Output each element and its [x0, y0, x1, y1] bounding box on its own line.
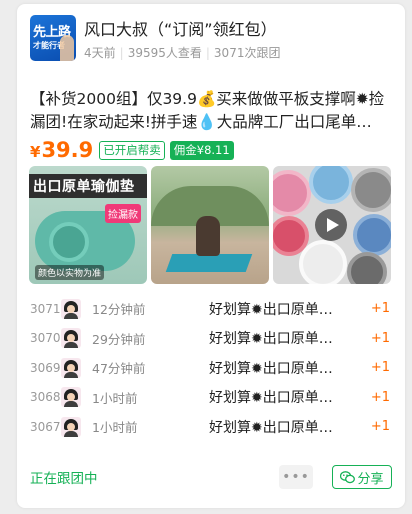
mat-roll-white [299, 240, 347, 284]
product-video-thumbnail[interactable] [273, 166, 391, 284]
following-status: 正在跟团中 [30, 471, 98, 487]
follow-count: 3071次跟团 [213, 45, 281, 60]
price-value: 39.9 [41, 138, 94, 162]
view-count: 39595人查看 [127, 45, 202, 60]
order-item: 好划算✹出口原单… [209, 360, 333, 377]
product-images: 出口原单瑜伽垫 捡漏款 颜色以实物为准 [29, 166, 393, 284]
share-label: 分享 [357, 471, 384, 487]
mat-roll-grey [351, 168, 391, 212]
product-price: ¥39.9 [30, 138, 93, 162]
image-badge: 捡漏款 [105, 204, 141, 223]
buyer-avatar [61, 298, 81, 319]
order-row[interactable]: 3068 1小时前 好划算✹出口原单… +1 [30, 383, 392, 413]
meta-divider: | [119, 45, 124, 60]
order-row[interactable]: 3067 1小时前 好划算✹出口原单… +1 [30, 412, 392, 442]
wechat-icon [340, 470, 356, 483]
image-caption: 颜色以实物为准 [35, 265, 105, 280]
mat-roll-lightblue [353, 214, 391, 256]
order-item: 好划算✹出口原单… [209, 419, 333, 436]
share-button[interactable]: 分享 [332, 465, 392, 489]
help-sell-tag: 已开启帮卖 [99, 140, 165, 160]
price-line: ¥39.9 已开启帮卖 佣金¥8.11 [30, 137, 234, 163]
yoga-person [196, 216, 220, 256]
image-banner-text: 出口原单瑜伽垫 [33, 179, 135, 195]
order-time: 1小时前 [92, 420, 138, 436]
author-info: 风口大叔（“订阅”领红包） 4天前 | 39595人查看 | 3071次跟团 [84, 16, 280, 61]
post-time: 4天前 [84, 45, 116, 60]
order-time: 1小时前 [92, 390, 138, 406]
commission-tag: 佣金¥8.11 [169, 140, 234, 160]
mat-roll-pink [273, 170, 311, 216]
mat-roll-blue [309, 166, 353, 204]
order-time: 29分钟前 [92, 331, 146, 347]
meta-divider: | [205, 45, 210, 60]
order-number: 3068 [30, 390, 61, 405]
post-header: 先上路 才能行者 风口大叔（“订阅”领红包） 4天前 | 39595人查看 | 3071… [30, 14, 280, 62]
order-item: 好划算✹出口原单… [209, 331, 333, 348]
group-buy-card[interactable]: 先上路 才能行者 风口大叔（“订阅”领红包） 4天前 | 39595人查看 | 3071… [17, 4, 405, 508]
order-time: 47分钟前 [92, 361, 146, 377]
order-quantity: +1 [370, 419, 390, 435]
avatar-figure [60, 35, 74, 61]
product-image-2[interactable] [151, 166, 269, 284]
yoga-mat-roll-end [49, 222, 89, 262]
mat-roll-dark [347, 252, 387, 284]
buyer-avatar [61, 357, 81, 378]
buyer-avatar [61, 387, 81, 408]
order-number: 3070 [30, 331, 61, 346]
order-number: 3071 [30, 301, 61, 316]
order-item: 好划算✹出口原单… [209, 301, 333, 318]
order-number: 3069 [30, 360, 61, 375]
author-name[interactable]: 风口大叔（“订阅”领红包） [84, 16, 280, 40]
more-button[interactable]: ••• [279, 465, 313, 489]
product-image-1[interactable]: 出口原单瑜伽垫 捡漏款 颜色以实物为准 [29, 166, 147, 284]
order-number: 3067 [30, 419, 61, 434]
order-row[interactable]: 3071 12分钟前 好划算✹出口原单… +1 [30, 294, 392, 324]
order-list: 3071 12分钟前 好划算✹出口原单… +1 3070 29分钟前 好划算✹出口原单… +1… [30, 294, 392, 442]
order-item: 好划算✹出口原单… [209, 390, 333, 407]
order-row[interactable]: 3069 47分钟前 好划算✹出口原单… +1 [30, 353, 392, 383]
order-quantity: +1 [370, 330, 390, 346]
currency-symbol: ¥ [30, 143, 41, 161]
buyer-avatar [61, 416, 81, 437]
play-icon[interactable] [315, 209, 347, 241]
author-avatar[interactable]: 先上路 才能行者 [30, 15, 76, 61]
order-row[interactable]: 3070 29分钟前 好划算✹出口原单… +1 [30, 324, 392, 354]
order-quantity: +1 [370, 389, 390, 405]
order-time: 12分钟前 [92, 302, 146, 318]
order-quantity: +1 [370, 360, 390, 376]
card-footer: 正在跟团中 ••• 分享 [30, 463, 392, 491]
product-title[interactable]: 【补货2000组】仅39.9💰买来做做平板支撑啊✹捡漏团!在家动起来!拼手速💧大… [30, 88, 392, 134]
order-quantity: +1 [370, 301, 390, 317]
yoga-mat [165, 254, 253, 272]
buyer-avatar [61, 328, 81, 349]
post-meta: 4天前 | 39595人查看 | 3071次跟团 [84, 44, 280, 61]
